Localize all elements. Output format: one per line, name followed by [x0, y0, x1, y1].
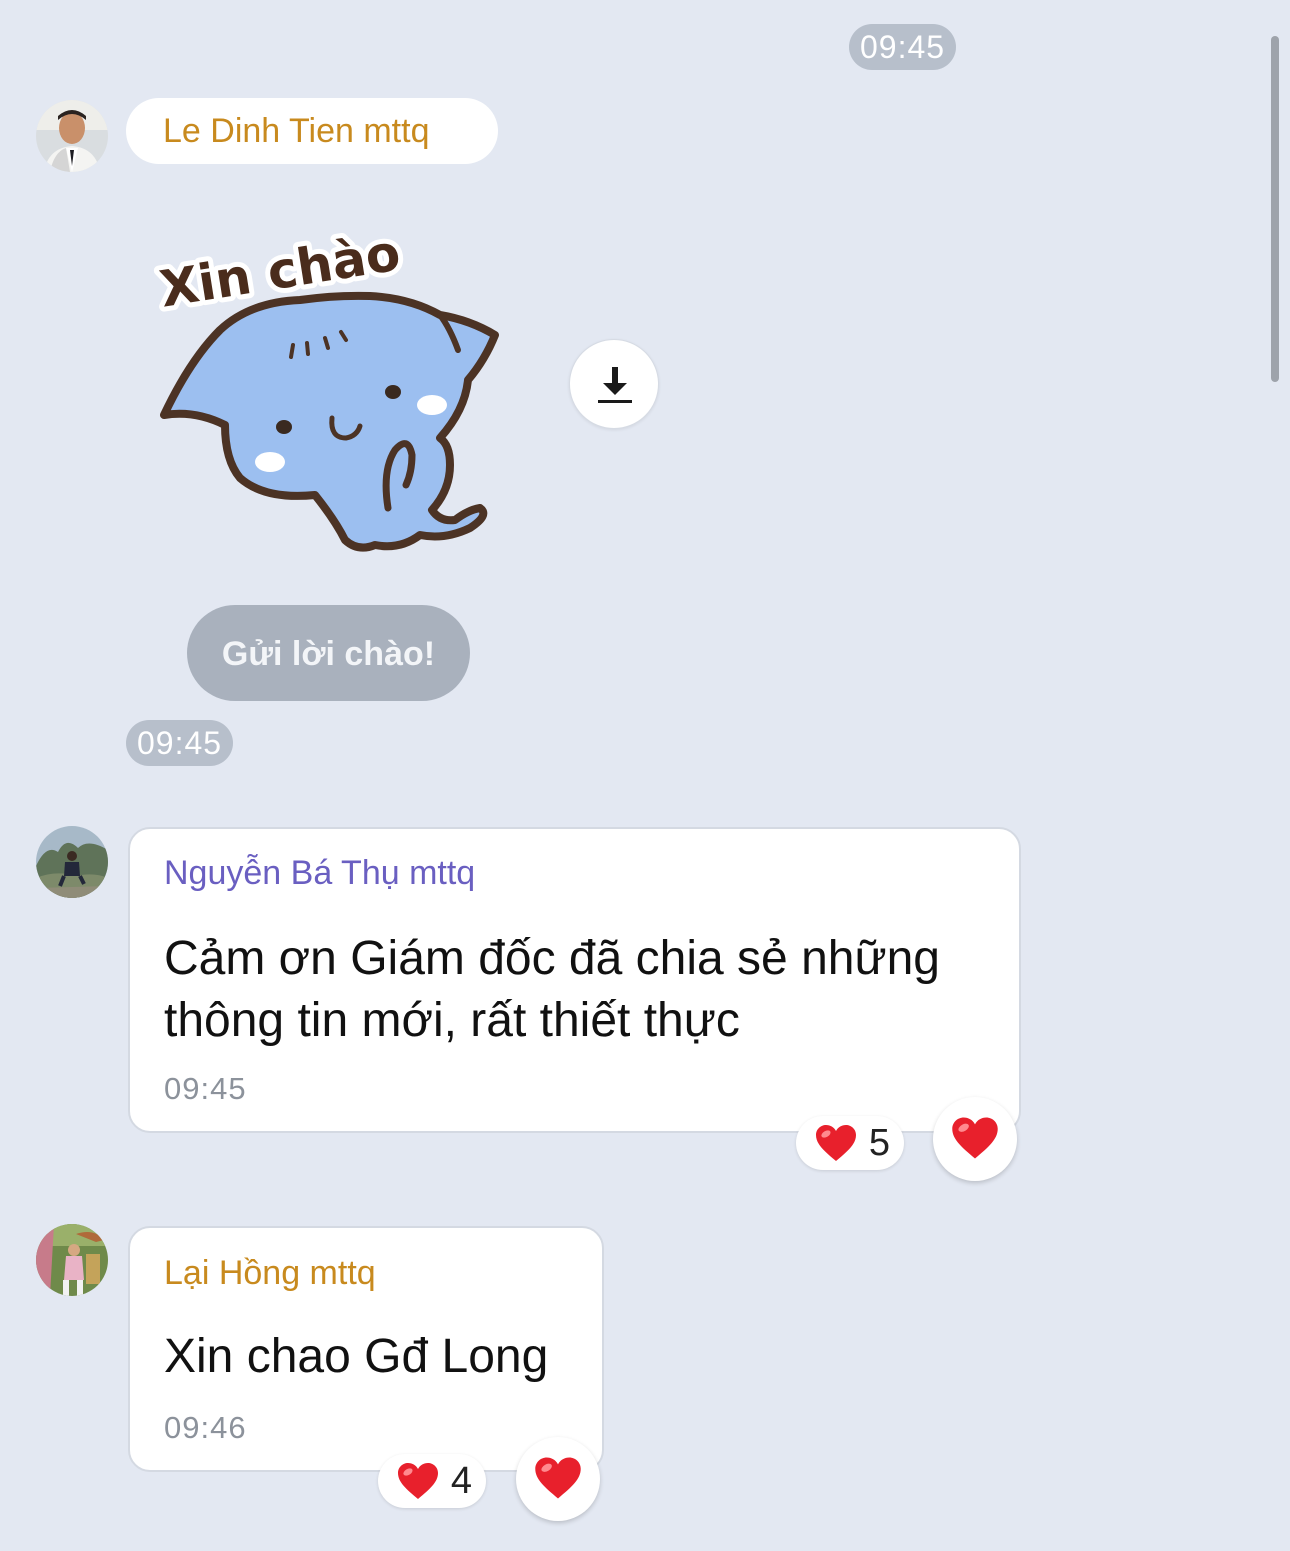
message-text: Xin chao Gđ Long — [164, 1330, 549, 1383]
message-card[interactable]: Lại Hồng mttq Xin chao Gđ Long 09:46 — [128, 1226, 604, 1472]
message-text-line: Cảm ơn Giám đốc đã chia sẻ những — [164, 932, 940, 985]
timestamp-pill: 09:45 — [849, 24, 957, 70]
avatar-nguyen-ba-thu[interactable] — [36, 826, 108, 898]
react-heart-button[interactable] — [933, 1097, 1017, 1181]
heart-icon — [535, 1457, 581, 1499]
message-card[interactable]: Nguyễn Bá Thụ mttq Cảm ơn Giám đốc đã ch… — [128, 827, 1021, 1133]
reaction-summary[interactable]: 4 — [378, 1454, 486, 1508]
sender-name: Nguyễn Bá Thụ mttq — [164, 854, 476, 892]
avatar-le-dinh-tien[interactable] — [36, 100, 108, 172]
download-button[interactable] — [569, 339, 659, 429]
message-text-line: thông tin mới, rất thiết thực — [164, 994, 740, 1047]
avatar-lai-hong[interactable] — [36, 1224, 108, 1296]
heart-icon — [816, 1125, 856, 1161]
message-time: 09:46 — [164, 1410, 247, 1445]
send-greeting-button[interactable]: Gửi lời chào! — [187, 605, 470, 701]
sender-name-bubble: Le Dinh Tien mttq — [126, 98, 498, 164]
heart-icon — [952, 1117, 998, 1159]
react-heart-button[interactable] — [516, 1437, 600, 1521]
hello-sticker[interactable]: Xin chào — [150, 210, 510, 560]
message-time: 09:45 — [164, 1071, 247, 1106]
download-arrow-icon — [598, 367, 632, 403]
heart-icon — [398, 1463, 438, 1499]
scrollbar[interactable] — [1271, 36, 1279, 382]
sender-name: Lại Hồng mttq — [164, 1254, 376, 1292]
reaction-count: 4 — [450, 1460, 472, 1502]
reaction-count: 5 — [868, 1122, 890, 1164]
reaction-summary[interactable]: 5 — [796, 1116, 904, 1170]
timestamp-pill: 09:45 — [126, 720, 234, 766]
